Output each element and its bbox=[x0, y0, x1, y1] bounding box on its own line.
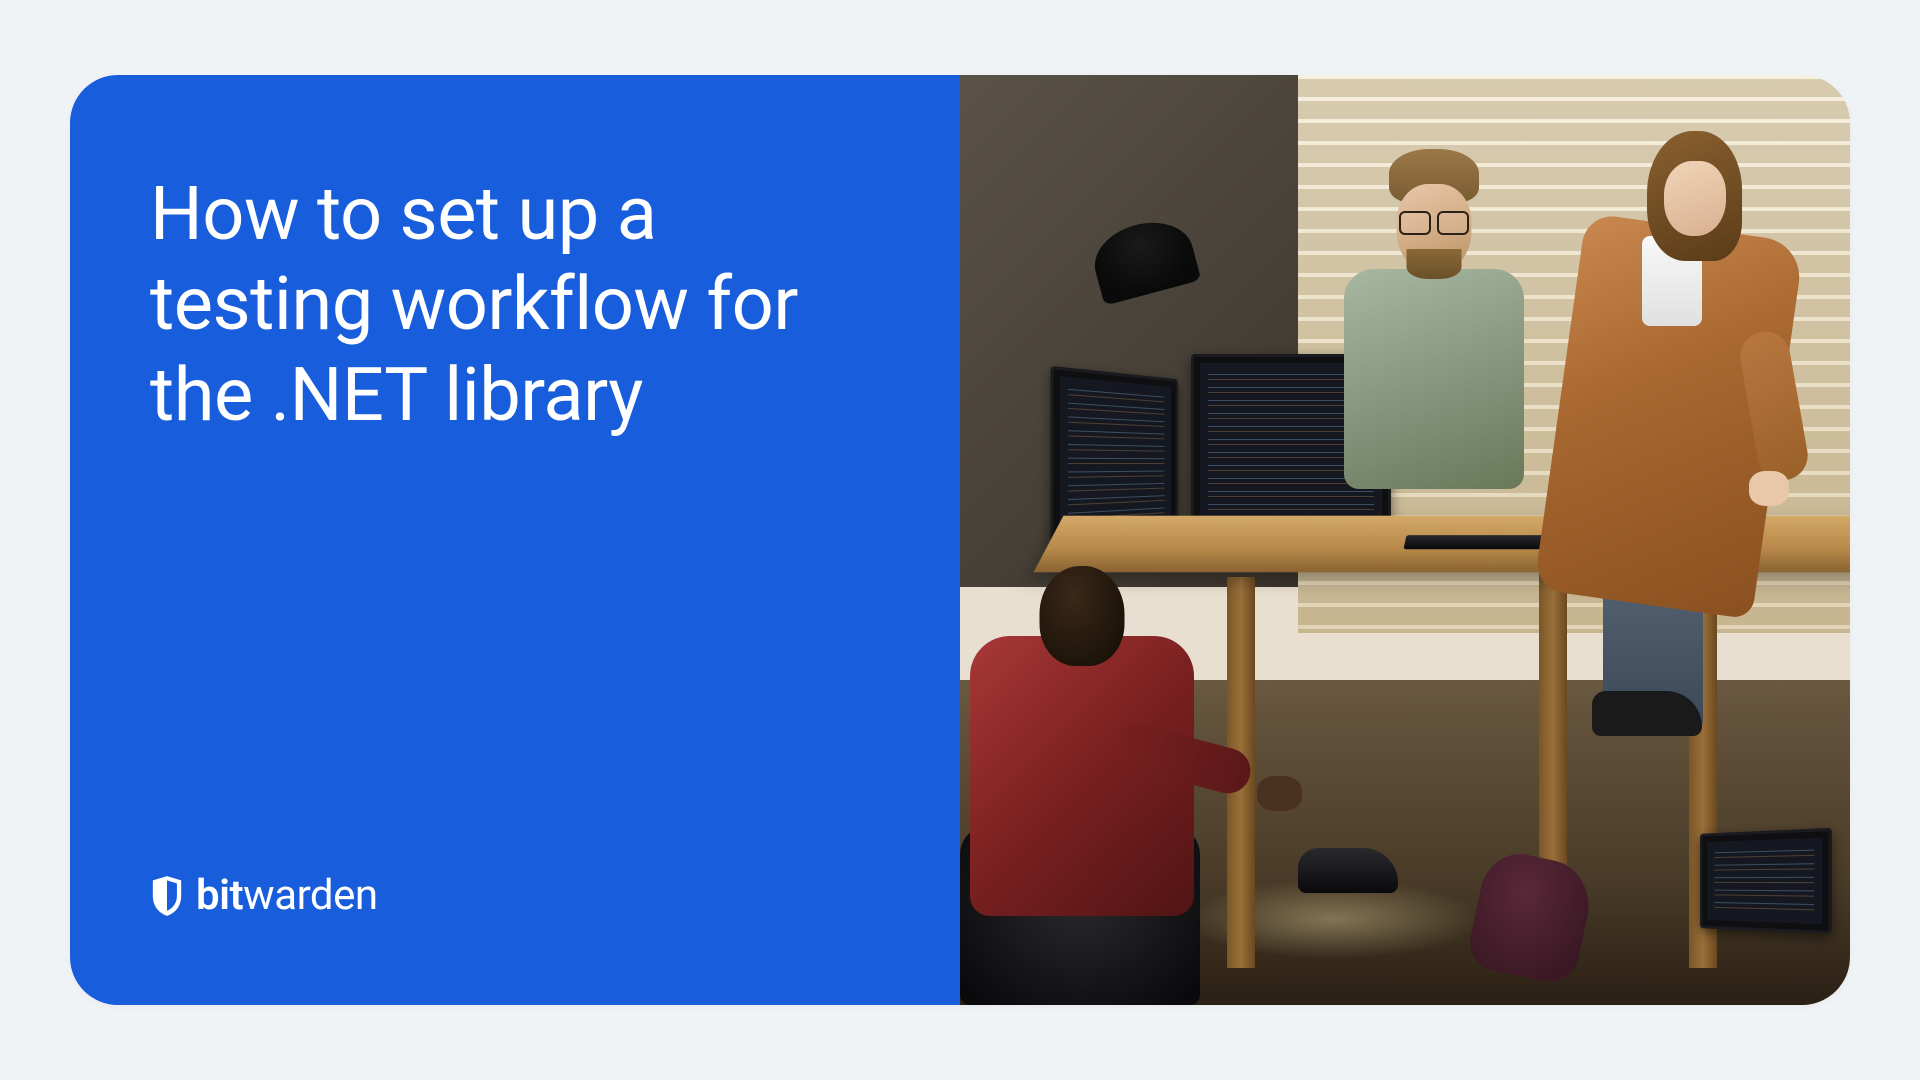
brand-light: warden bbox=[243, 871, 377, 920]
hero-image-panel bbox=[960, 75, 1850, 1005]
shield-icon bbox=[150, 876, 184, 916]
office-scene-illustration bbox=[960, 75, 1850, 1005]
promo-card: How to set up a testing workflow for the… bbox=[70, 75, 1850, 1005]
brand-bold: bit bbox=[196, 871, 243, 920]
text-panel: How to set up a testing workflow for the… bbox=[70, 75, 960, 1005]
brand-wordmark: bitwarden bbox=[196, 871, 378, 920]
card-headline: How to set up a testing workflow for the… bbox=[150, 170, 880, 441]
promo-card-wrapper: How to set up a testing workflow for the… bbox=[70, 75, 1850, 1005]
brand-logo: bitwarden bbox=[150, 871, 880, 920]
